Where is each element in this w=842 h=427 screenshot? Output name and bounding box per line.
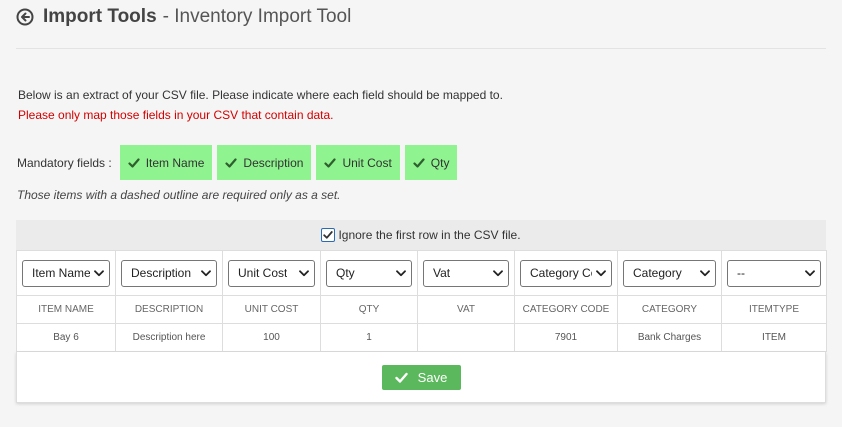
intro-text: Below is an extract of your CSV file. Pl… bbox=[18, 88, 503, 102]
ignore-first-row: Ignore the first row in the CSV file. bbox=[16, 220, 826, 250]
column-header: QTY bbox=[320, 295, 418, 324]
table-cell bbox=[417, 323, 515, 352]
table-cell: Bay 6 bbox=[16, 323, 116, 352]
set-note: Those items with a dashed outline are re… bbox=[17, 188, 341, 202]
mapping-panel: Ignore the first row in the CSV file. It… bbox=[16, 220, 827, 403]
field-select-5[interactable]: Vat bbox=[423, 259, 509, 287]
table-cell: 1 bbox=[320, 323, 418, 352]
field-select-3[interactable]: Unit Cost bbox=[228, 259, 315, 287]
column-header-row: ITEM NAME DESCRIPTION UNIT COST QTY VAT … bbox=[16, 295, 827, 324]
chevron-down-icon bbox=[299, 269, 309, 277]
column-header: ITEM NAME bbox=[16, 295, 116, 324]
column-header: ITEMTYPE bbox=[721, 295, 827, 324]
mandatory-fields-label: Mandatory fields : bbox=[17, 155, 112, 170]
field-select-6[interactable]: Category Code bbox=[520, 259, 612, 287]
column-header: VAT bbox=[417, 295, 515, 324]
warning-text: Please only map those fields in your CSV… bbox=[18, 108, 334, 122]
chevron-down-icon bbox=[700, 269, 710, 277]
check-icon bbox=[324, 157, 337, 169]
chevron-down-icon bbox=[805, 269, 815, 277]
table-cell: ITEM bbox=[721, 323, 827, 352]
chevron-down-icon bbox=[493, 269, 503, 277]
field-select-1[interactable]: Item Name bbox=[22, 259, 110, 287]
header-divider bbox=[16, 48, 826, 49]
chevron-down-icon bbox=[201, 269, 211, 277]
field-select-2[interactable]: Description bbox=[121, 259, 217, 287]
save-button-label: Save bbox=[417, 369, 448, 385]
mapping-table: Item Name Description Unit Cost Qty Vat … bbox=[16, 250, 827, 352]
save-button[interactable]: Save bbox=[381, 364, 461, 390]
check-icon bbox=[128, 157, 140, 169]
mandatory-tag-item-name: Item Name bbox=[119, 145, 213, 180]
field-select-4[interactable]: Qty bbox=[326, 259, 412, 287]
table-cell: Bank Charges bbox=[617, 323, 722, 352]
chevron-down-icon bbox=[94, 269, 104, 277]
page-title: Import Tools bbox=[43, 6, 157, 27]
column-header: CATEGORY CODE bbox=[514, 295, 618, 324]
mandatory-fields: Mandatory fields : Item Name Description… bbox=[17, 145, 462, 180]
check-icon bbox=[413, 157, 425, 169]
table-cell: 7901 bbox=[514, 323, 618, 352]
chevron-down-icon bbox=[596, 269, 606, 277]
mandatory-tag-description: Description bbox=[217, 145, 312, 180]
table-row: Bay 6 Description here 100 1 7901 Bank C… bbox=[16, 323, 827, 352]
check-icon bbox=[225, 157, 238, 169]
column-header: UNIT COST bbox=[222, 295, 321, 324]
chevron-down-icon bbox=[396, 269, 406, 277]
table-cell: 100 bbox=[222, 323, 321, 352]
ignore-first-row-label: Ignore the first row in the CSV file. bbox=[338, 228, 521, 242]
column-header: DESCRIPTION bbox=[115, 295, 223, 324]
field-select-7[interactable]: Category bbox=[623, 259, 716, 287]
mandatory-tag-unit-cost: Unit Cost bbox=[316, 145, 400, 180]
check-icon bbox=[394, 371, 408, 384]
panel-footer: Save bbox=[16, 352, 826, 403]
ignore-first-row-checkbox[interactable] bbox=[321, 228, 336, 242]
mandatory-tag-qty: Qty bbox=[404, 145, 458, 180]
table-cell: Description here bbox=[115, 323, 223, 352]
column-header: CATEGORY bbox=[617, 295, 722, 324]
arrow-circle-left-icon[interactable] bbox=[16, 8, 34, 26]
field-select-row: Item Name Description Unit Cost Qty Vat … bbox=[16, 250, 827, 296]
page-header: Import Tools - Inventory Import Tool bbox=[16, 5, 351, 29]
field-select-8[interactable]: -- bbox=[727, 259, 821, 287]
page-subtitle: - Inventory Import Tool bbox=[162, 6, 352, 27]
